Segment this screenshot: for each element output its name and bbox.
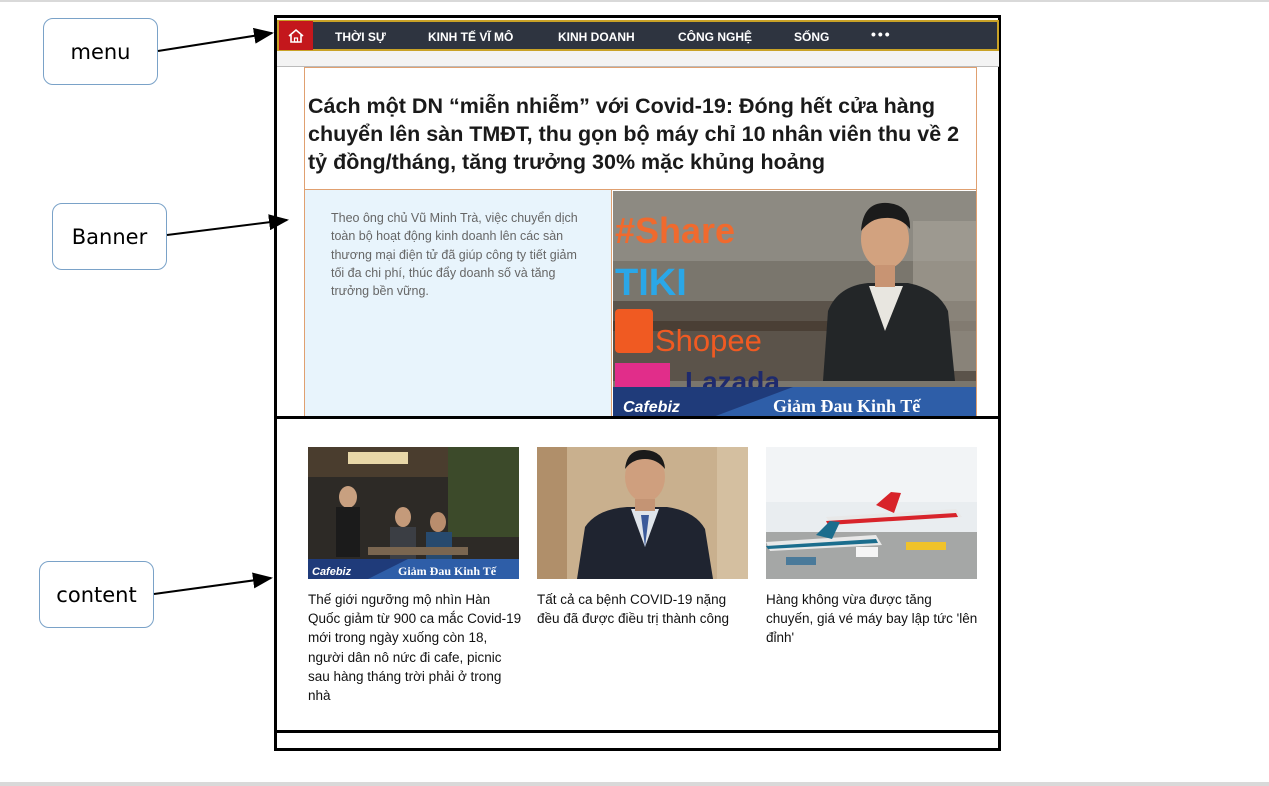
menu-item-kinh-te-vi-mo[interactable]: KINH TẾ VĨ MÔ [428,30,513,44]
banner-image-art: #Share TIKI Shopee Lazada Cafebiz Giảm Đ… [613,191,976,417]
callout-menu: menu [43,18,158,85]
arrow-content [153,572,273,595]
main-menu: THỜI SỰ KINH TẾ VĨ MÔ KINH DOANH CÔNG NG… [277,20,999,51]
article-image-2[interactable] [537,447,748,579]
menu-item-thoi-su[interactable]: THỜI SỰ [335,30,386,44]
banner-image-brand-tiki: TIKI [615,262,687,304]
menu-item-song[interactable]: SỐNG [794,30,829,44]
content-bottom-rule [274,730,1001,733]
banner-image-footer-right: Giảm Đau Kinh Tế [773,396,921,416]
shopee-logo-icon [615,309,653,353]
banner-image-tag: #Share [615,210,735,251]
top-divider [0,0,1269,2]
home-icon [288,28,304,43]
article-1-image-footer-left: Cafebiz [312,566,352,578]
callout-content: content [39,561,154,628]
article-image-2-art [537,447,748,579]
banner-summary: Theo ông chủ Vũ Minh Trà, việc chuyển dị… [331,211,578,299]
menu-item-cong-nghe[interactable]: CÔNG NGHỆ [678,30,752,44]
banner-image-brand-shopee: Shopee [655,323,762,358]
article-title-1[interactable]: Thế giới ngưỡng mộ nhìn Hàn Quốc giảm từ… [308,590,522,705]
article-image-1[interactable]: Cafebiz Giảm Đau Kinh Tế [308,447,519,579]
arrow-banner [166,214,289,236]
article-image-3-art [766,447,977,579]
bottom-divider [0,782,1269,786]
callout-banner: Banner [52,203,167,270]
article-title-2[interactable]: Tất cả ca bệnh COVID-19 nặng đều đã được… [537,590,751,628]
banner-image[interactable]: #Share TIKI Shopee Lazada Cafebiz Giảm Đ… [613,191,976,417]
more-menu-button[interactable]: ••• [871,26,892,42]
home-button[interactable] [279,21,313,50]
article-image-3[interactable] [766,447,977,579]
banner-headline[interactable]: Cách một DN “miễn nhiễm” với Covid-19: Đ… [308,92,973,176]
article-image-1-art: Cafebiz Giảm Đau Kinh Tế [308,447,519,579]
article-title-3[interactable]: Hàng không vừa được tăng chuyến, giá vé … [766,590,980,648]
menu-item-kinh-doanh[interactable]: KINH DOANH [558,30,635,44]
sub-bar [277,51,999,67]
banner-separator [277,416,999,419]
banner-image-footer-left: Cafebiz [623,399,680,416]
article-1-image-footer-right: Giảm Đau Kinh Tế [398,564,497,578]
arrow-menu [157,27,274,52]
wireframe-diagram: menu Banner content THỜI SỰ KINH TẾ VĨ M… [0,0,1269,786]
